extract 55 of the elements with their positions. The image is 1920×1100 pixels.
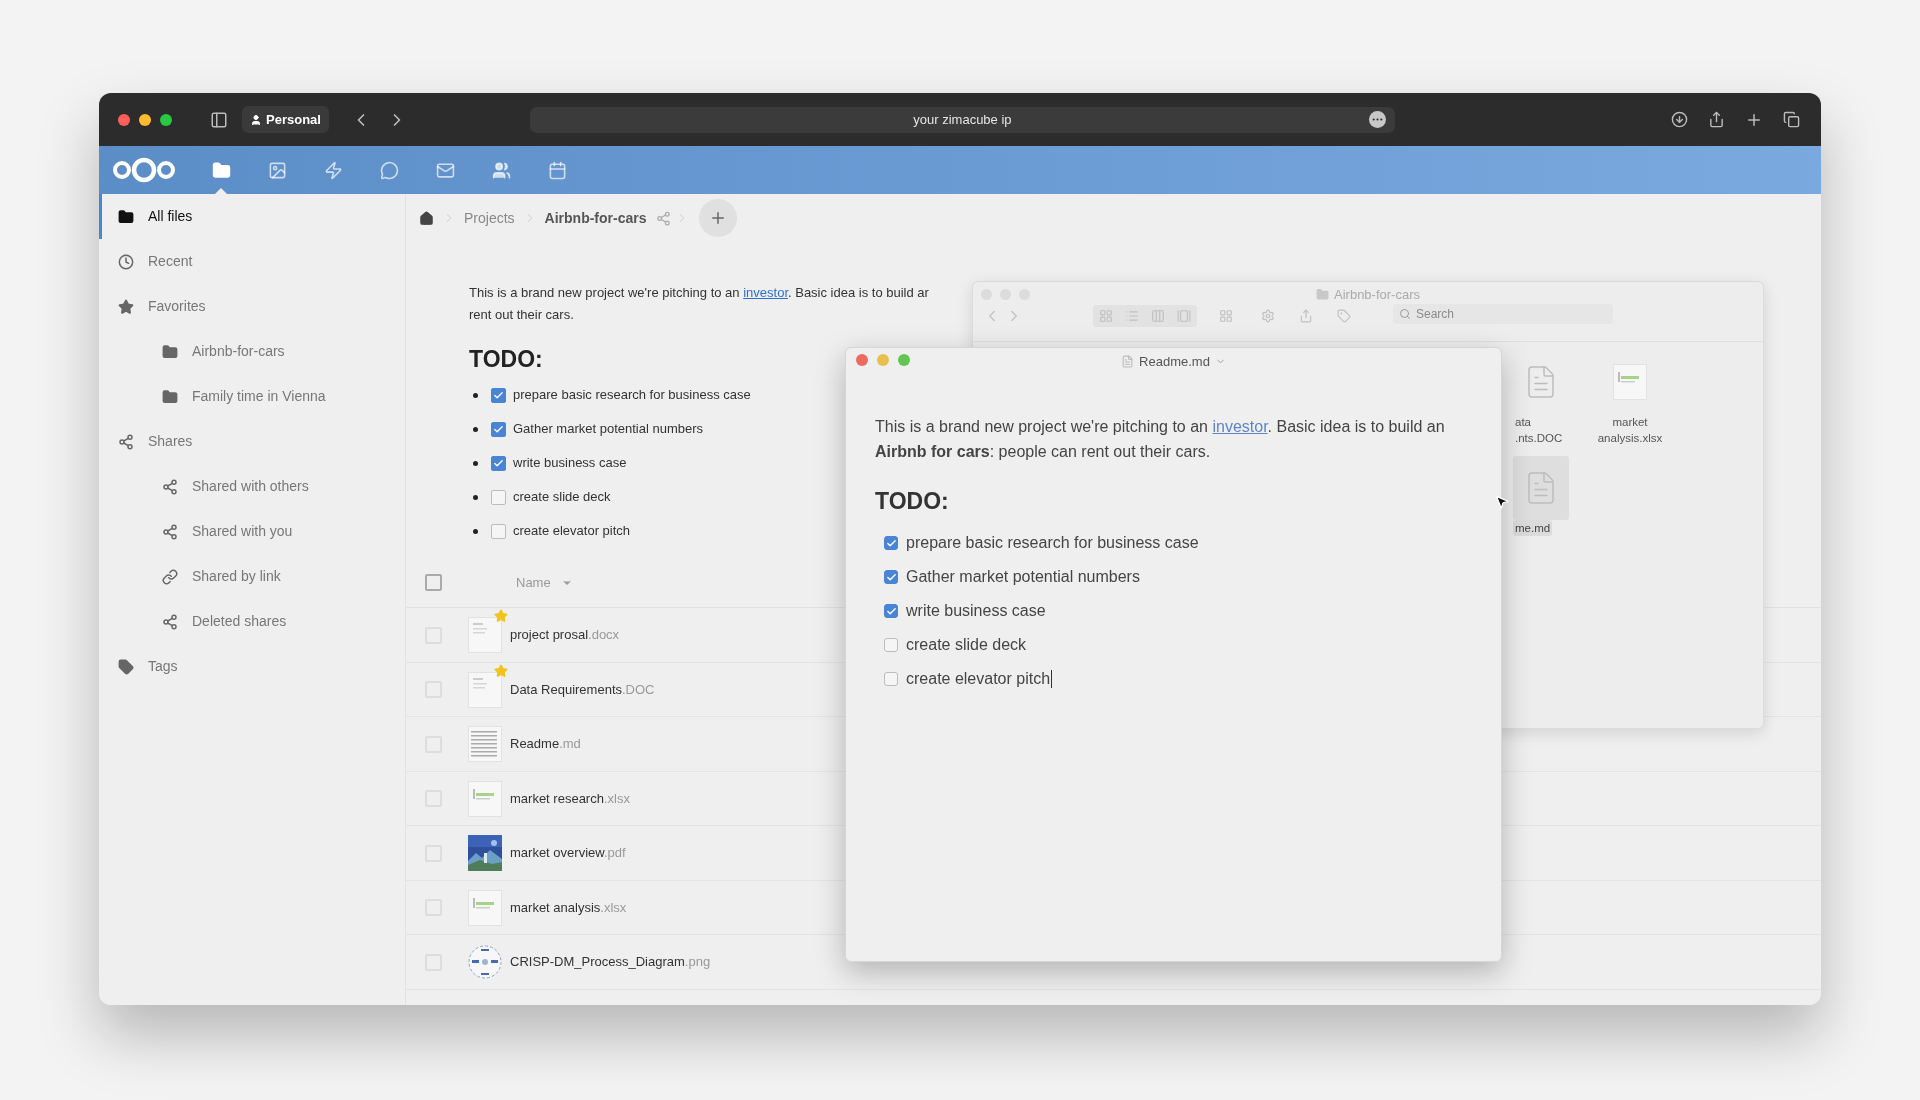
file-row[interactable]: market analysis.xlsx	[406, 880, 839, 935]
file-row[interactable]: CRISP-DM_Process_Diagram.png	[406, 935, 839, 989]
todo-label: Gather market potential numbers	[513, 420, 704, 439]
window-title: Airbnb-for-cars	[1334, 286, 1420, 304]
sidebar-item[interactable]: Family time in Vienna	[99, 374, 405, 419]
file-row[interactable]: Data Requirements.DOC	[406, 662, 839, 717]
sidebar-item[interactable]: Recent	[99, 239, 405, 284]
todo-heading: TODO:	[875, 487, 950, 516]
sidebar-item[interactable]: Deleted shares	[99, 599, 405, 644]
file-label: ata	[1514, 415, 1532, 430]
sidebar-item[interactable]: Tags	[99, 644, 405, 689]
window-title: Readme.md	[1139, 353, 1210, 371]
file-row[interactable]: market overview.pdf	[406, 826, 839, 880]
file-label: .nts.DOC	[1514, 431, 1564, 446]
file-row[interactable]: market research.xlsx	[406, 771, 839, 826]
search-field[interactable]: Search	[1393, 304, 1613, 324]
todo-heading: TODO:	[469, 345, 543, 374]
sidebar-item[interactable]: Airbnb-for-cars	[99, 329, 405, 374]
investor-link[interactable]: investor	[743, 285, 788, 300]
todo-label: create elevator pitch	[513, 522, 631, 541]
todo-label: write business case	[906, 601, 1046, 621]
todo-label: create slide deck	[513, 488, 611, 507]
sidebar-item[interactable]: Favorites	[99, 284, 405, 329]
sidebar-item[interactable]: Shared by link	[99, 554, 405, 599]
profile-button[interactable]: Personal	[242, 106, 329, 133]
sidebar-item[interactable]: Shares	[99, 419, 405, 464]
todo-label: create elevator pitch	[906, 669, 1051, 689]
file-item[interactable]: ata .nts.DOC	[1513, 350, 1569, 446]
address-bar[interactable]: your zimacube ip	[529, 106, 1395, 133]
todo-label: prepare basic research for business case	[513, 386, 751, 405]
file-name: market overview.pdf	[510, 844, 626, 863]
file-name: Readme.md	[510, 735, 581, 754]
investor-link[interactable]: investor	[1212, 418, 1268, 435]
todo-label: write business case	[513, 454, 627, 473]
file-name: project prosal.docx	[510, 626, 620, 645]
todo-label: Gather market potential numbers	[906, 567, 1140, 587]
todo-label: prepare basic research for business case	[906, 533, 1199, 553]
file-name: CRISP-DM_Process_Diagram.png	[510, 953, 711, 972]
sidebar-item[interactable]: Shared with you	[99, 509, 405, 554]
description-text: This is a brand new project we're pitching to an investor. Basic idea is to build an Airbnb for cars: people can rent out their cars.	[875, 417, 1446, 462]
breadcrumb-item[interactable]: Airbnb-for-cars	[544, 207, 647, 229]
file-name: market research.xlsx	[510, 789, 630, 808]
file-name: Data Requirements.DOC	[510, 680, 655, 699]
todo-label: create slide deck	[906, 635, 1027, 655]
file-label: me.md	[1513, 520, 1553, 536]
file-name: market analysis.xlsx	[510, 898, 627, 917]
description-text: rent out their cars.	[469, 306, 574, 324]
file-label: market	[1611, 415, 1649, 430]
name-column-header[interactable]: Name	[516, 572, 551, 593]
file-item[interactable]: market analysis.xlsx	[1585, 350, 1675, 446]
breadcrumb-item[interactable]: Projects	[464, 207, 515, 229]
sidebar-item[interactable]: Shared with others	[99, 464, 405, 509]
file-label: analysis.xlsx	[1596, 431, 1664, 446]
file-row[interactable]: project prosal.docx	[406, 608, 839, 662]
file-row[interactable]: Readme.md	[406, 717, 839, 771]
